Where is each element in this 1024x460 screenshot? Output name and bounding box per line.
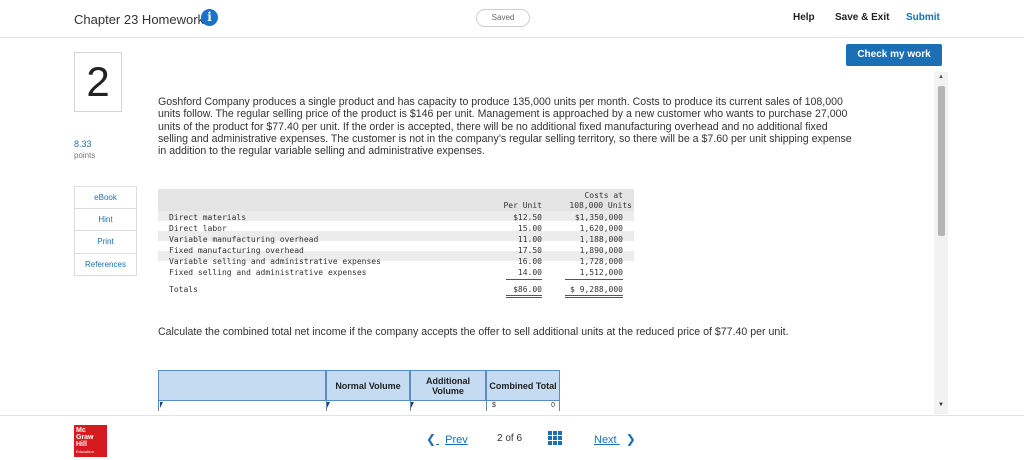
prev-button[interactable]: ❮ Prev (426, 432, 468, 446)
total-double-underline (506, 295, 542, 296)
row-total: $1,350,000 (574, 213, 623, 222)
table-row: Direct materials $12.50 $1,350,000 (158, 213, 634, 223)
scroll-up-arrow-icon[interactable]: ▲ (938, 74, 944, 80)
table-row: Variable manufacturing overhead 11.00 1,… (158, 235, 634, 245)
header-additional-volume: Additional Volume (410, 370, 486, 401)
page-of: of (505, 433, 514, 444)
row-total: 1,620,000 (579, 224, 623, 233)
chevron-left-icon: ❮ (426, 432, 437, 446)
next-label: Next (594, 434, 617, 446)
next-button[interactable]: Next ❯ (594, 432, 636, 446)
prev-label: Prev (445, 434, 468, 446)
combined-value: 0 (551, 402, 555, 409)
row-total: 1,512,000 (579, 268, 623, 277)
row-total: 1,728,000 (579, 257, 623, 266)
totals-label: Totals (169, 285, 198, 294)
mcgraw-hill-logo: Mc Graw Hill Education (74, 425, 107, 457)
logo-line: Education (76, 449, 94, 454)
totals-per-unit: $86.00 (513, 285, 542, 294)
print-button[interactable]: Print (74, 231, 137, 254)
ebook-button[interactable]: eBook (74, 186, 137, 209)
logo-line: Mc (76, 427, 86, 434)
hint-button[interactable]: Hint (74, 208, 137, 231)
row-label: Direct materials (169, 213, 247, 222)
row-per-unit: $12.50 (513, 213, 542, 222)
dropdown-flag-icon (411, 402, 414, 408)
row-per-unit: 16.00 (517, 257, 542, 266)
total-double-underline (565, 295, 623, 296)
answer-row-label-input[interactable] (158, 401, 326, 411)
submit-link[interactable]: Submit (906, 12, 940, 23)
scroll-thumb[interactable] (938, 86, 945, 236)
subtotal-underline (565, 279, 623, 280)
row-per-unit: 17.50 (517, 246, 542, 255)
points-value: 8.33 (74, 139, 92, 149)
answer-header-blank (158, 370, 326, 401)
table-row: Variable selling and administrative expe… (158, 257, 634, 267)
top-bar: Chapter 23 Homework i Saved Help Save & … (0, 0, 1024, 38)
answer-normal-input[interactable] (326, 401, 410, 411)
row-label: Fixed manufacturing overhead (169, 246, 304, 255)
row-label: Direct labor (169, 224, 227, 233)
row-label: Variable manufacturing overhead (169, 235, 319, 244)
answer-combined-cell: $ 0 (486, 401, 560, 411)
save-exit-link[interactable]: Save & Exit (835, 12, 889, 23)
header-costs-at: Costs at (584, 191, 623, 200)
saved-status-badge: Saved (476, 9, 530, 27)
logo-line: Hill (76, 441, 87, 448)
totals-total: $ 9,288,000 (570, 285, 623, 294)
table-row: Direct labor 15.00 1,620,000 (158, 224, 634, 234)
row-total: 1,188,000 (579, 235, 623, 244)
logo-line: Graw (76, 434, 94, 441)
question-grid-icon[interactable] (548, 431, 562, 445)
total-double-underline (506, 297, 542, 298)
row-per-unit: 15.00 (517, 224, 542, 233)
header-normal-volume: Normal Volume (326, 370, 410, 401)
row-label: Fixed selling and administrative expense… (169, 268, 367, 277)
footer-bar: Mc Graw Hill Education ❮ Prev 2 of 6 Nex… (0, 415, 1024, 460)
header-combined-total: Combined Total (486, 370, 560, 401)
dropdown-flag-icon (160, 402, 163, 408)
total-double-underline (565, 297, 623, 298)
question-number: 2 (74, 52, 122, 112)
assignment-title: Chapter 23 Homework (74, 12, 205, 27)
cost-table: Per Unit Costs at 108,000 Units Direct m… (158, 189, 634, 301)
points-label: points (74, 151, 96, 160)
check-my-work-button[interactable]: Check my work (846, 44, 942, 66)
subtotal-underline (506, 279, 542, 280)
totals-row: Totals $86.00 $ 9,288,000 (158, 285, 634, 295)
question-instruction: Calculate the combined total net income … (158, 326, 789, 338)
scroll-down-arrow-icon[interactable]: ▼ (938, 402, 944, 408)
answer-additional-input[interactable] (410, 401, 486, 411)
row-label: Variable selling and administrative expe… (169, 257, 381, 266)
row-per-unit: 14.00 (517, 268, 542, 277)
table-row: Fixed selling and administrative expense… (158, 268, 634, 278)
references-button[interactable]: References (74, 253, 137, 276)
chevron-right-icon: ❯ (625, 432, 636, 446)
info-icon[interactable]: i (201, 9, 218, 26)
header-per-unit: Per Unit (503, 201, 542, 210)
help-link[interactable]: Help (793, 12, 815, 23)
question-tools: eBook Hint Print References (74, 186, 137, 276)
combined-currency: $ (492, 402, 496, 409)
header-units: 108,000 Units (569, 201, 632, 210)
page-current: 2 (497, 433, 503, 444)
question-text: Goshford Company produces a single produ… (158, 96, 852, 158)
table-row: Fixed manufacturing overhead 17.50 1,890… (158, 246, 634, 256)
page-indicator: 2 of 6 (497, 433, 522, 444)
row-total: 1,890,000 (579, 246, 623, 255)
cost-table-header (158, 189, 634, 211)
content-scrollbar[interactable]: ▲ ▼ (934, 72, 948, 414)
row-per-unit: 11.00 (517, 235, 542, 244)
page-total: 6 (516, 433, 523, 444)
dropdown-flag-icon (327, 402, 330, 408)
